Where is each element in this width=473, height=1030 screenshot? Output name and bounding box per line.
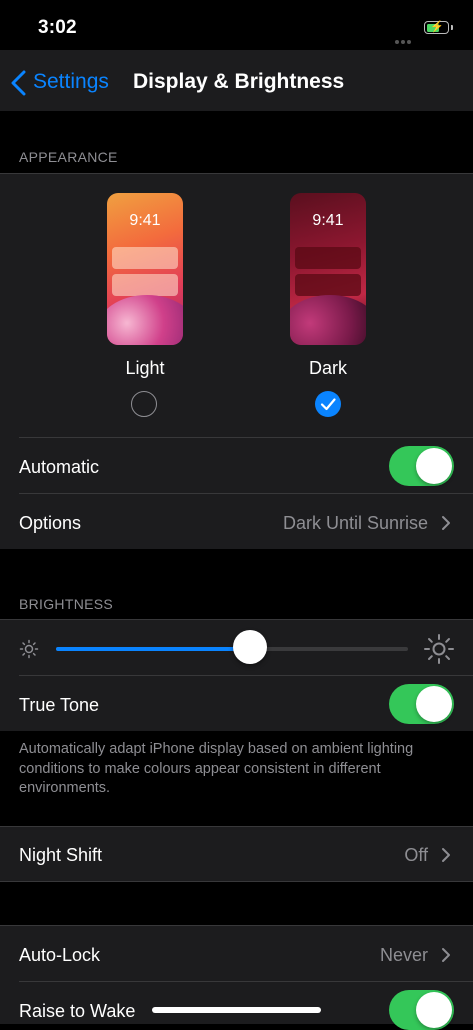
chevron-right-icon xyxy=(442,948,450,962)
brightness-slider-knob[interactable] xyxy=(232,630,267,664)
options-value[interactable]: Dark Until Sunrise xyxy=(283,513,428,534)
back-chevron-icon[interactable] xyxy=(10,70,28,96)
back-button[interactable]: Settings xyxy=(33,70,109,94)
status-time: 3:02 xyxy=(38,17,77,38)
light-radio-button[interactable] xyxy=(131,391,157,417)
charging-bolt-icon: ⚡ xyxy=(430,21,444,33)
true-tone-toggle[interactable] xyxy=(389,684,454,724)
home-indicator xyxy=(152,1007,321,1013)
night-shift-label: Night Shift xyxy=(19,845,103,865)
cellular-signal-icon xyxy=(395,31,417,62)
brightness-high-icon xyxy=(424,634,454,664)
brightness-slider-track[interactable] xyxy=(56,647,408,651)
dark-radio-button[interactable] xyxy=(315,391,341,417)
chevron-right-icon xyxy=(442,848,450,862)
automatic-toggle[interactable] xyxy=(389,446,454,486)
auto-lock-value[interactable]: Never xyxy=(380,945,428,966)
appearance-group: 9:41 9:41 Light Dark Automatic Options D… xyxy=(0,173,473,549)
checkmark-icon xyxy=(320,398,336,411)
battery-nub xyxy=(451,25,453,30)
light-option-label: Light xyxy=(125,358,165,378)
dark-mode-preview[interactable]: 9:41 xyxy=(290,193,366,345)
appearance-section-header: APPEARANCE xyxy=(19,149,118,165)
chevron-right-icon xyxy=(442,516,450,530)
true-tone-label: True Tone xyxy=(19,695,100,715)
brightness-low-icon xyxy=(19,639,39,659)
brightness-section-header: BRIGHTNESS xyxy=(19,596,114,612)
dark-option-label: Dark xyxy=(308,358,347,378)
raise-to-wake-toggle[interactable] xyxy=(389,990,454,1030)
options-label: Options xyxy=(19,513,82,533)
night-shift-group[interactable]: Night Shift Off xyxy=(0,826,473,882)
automatic-label: Automatic xyxy=(19,457,100,477)
page-title: Display & Brightness xyxy=(133,70,345,93)
true-tone-description: Automatically adapt iPhone display based… xyxy=(19,741,414,796)
light-mode-preview[interactable]: 9:41 xyxy=(107,193,183,345)
preview-time: 9:41 xyxy=(312,212,344,229)
preview-time: 9:41 xyxy=(129,212,161,229)
auto-lock-label: Auto-Lock xyxy=(19,945,101,965)
night-shift-value: Off xyxy=(404,845,428,865)
raise-to-wake-label: Raise to Wake xyxy=(19,1001,136,1021)
